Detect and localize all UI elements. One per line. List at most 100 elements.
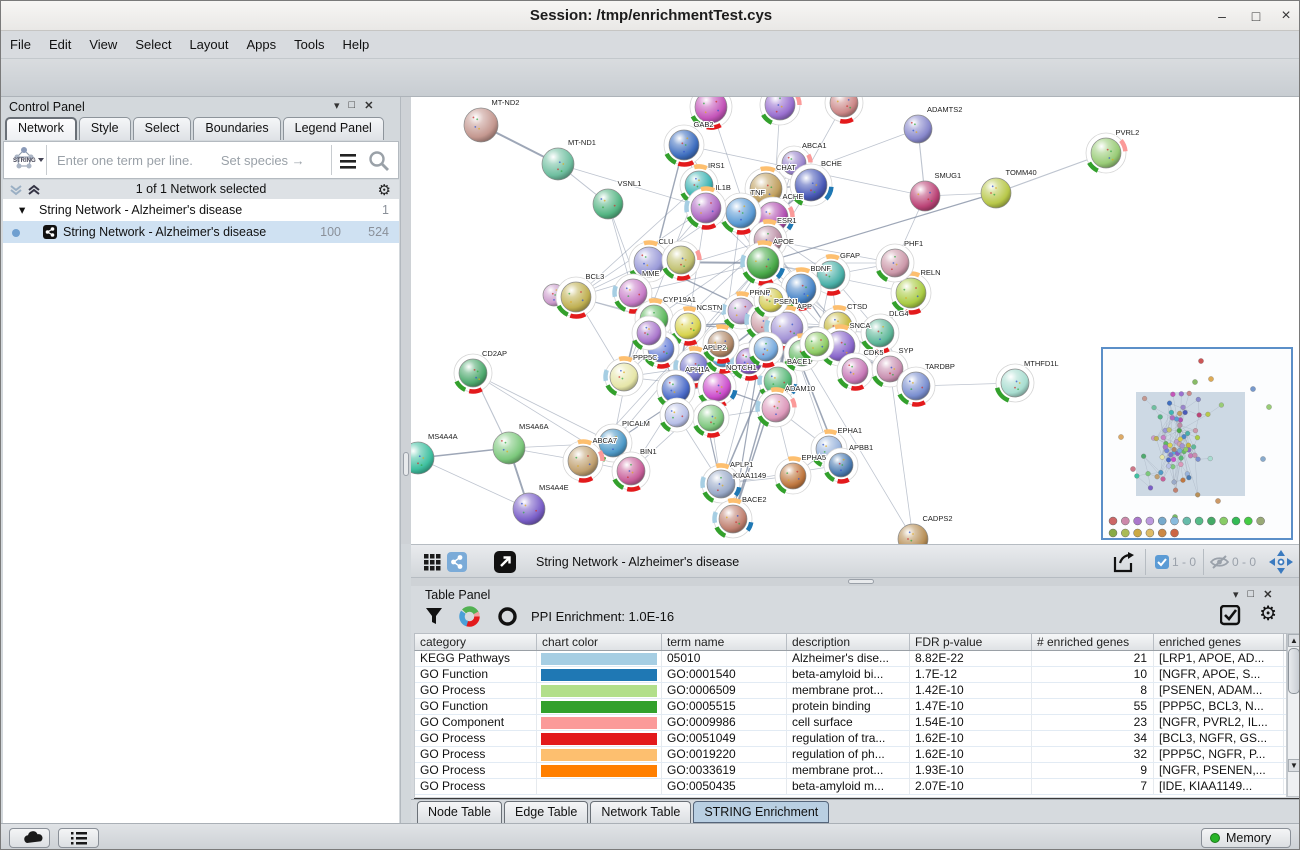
chart-donut-icon[interactable] <box>459 606 480 627</box>
menu-layout[interactable]: Layout <box>180 31 237 58</box>
protein-node-f5[interactable] <box>693 400 729 436</box>
menu-help[interactable]: Help <box>334 31 379 58</box>
network-edge[interactable] <box>473 373 613 443</box>
column-header--enriched-genes[interactable]: # enriched genes <box>1032 634 1154 650</box>
protein-node-SMUG1[interactable] <box>910 181 940 211</box>
protein-node-ADAM10[interactable] <box>757 389 795 427</box>
protein-node-MS4A4E[interactable] <box>513 493 545 525</box>
hidden-eye-icon[interactable] <box>1210 554 1229 570</box>
network-collection-row[interactable]: ▾ String Network - Alzheimer's disease 1 <box>3 199 399 221</box>
column-header-FDR-p-value[interactable]: FDR p-value <box>910 634 1032 650</box>
tab-style[interactable]: Style <box>79 117 131 140</box>
scroll-down-icon[interactable]: ▼ <box>1288 759 1300 772</box>
protein-node-BCL3[interactable] <box>556 277 596 317</box>
table-row[interactable]: GO FunctionGO:0005515protein binding1.47… <box>415 699 1286 715</box>
protein-node-APOE[interactable] <box>742 242 784 284</box>
table-scrollbar[interactable]: ▲ ▼ <box>1287 633 1300 797</box>
protein-node-MS4A4A[interactable] <box>411 442 434 474</box>
protein-node-f2[interactable] <box>632 316 666 350</box>
protein-node-BIN1[interactable] <box>612 452 650 490</box>
menu-apps[interactable]: Apps <box>238 31 286 58</box>
export-network-icon[interactable] <box>1112 551 1136 573</box>
menu-file[interactable]: File <box>1 31 40 58</box>
horizontal-splitter[interactable] <box>411 578 1300 586</box>
tab-network[interactable]: Network <box>5 117 77 140</box>
table-row[interactable]: GO ProcessGO:0050435beta-amyloid m...2.0… <box>415 779 1286 795</box>
protein-node-f8[interactable] <box>800 327 834 361</box>
clear-ring-icon[interactable] <box>497 606 518 627</box>
table-row[interactable]: GO ProcessGO:0019220regulation of ph...1… <box>415 747 1286 763</box>
settings-gear-icon[interactable]: ⚙ <box>1259 601 1277 626</box>
protein-node-PPP5C[interactable] <box>605 358 643 396</box>
table-row[interactable]: GO ProcessGO:0006509membrane prot...1.42… <box>415 683 1286 699</box>
protein-node-CDK5[interactable] <box>837 353 873 389</box>
task-list-button[interactable] <box>58 828 99 848</box>
column-header-category[interactable]: category <box>415 634 537 650</box>
protein-node-GAB2[interactable] <box>664 125 704 165</box>
memory-button[interactable]: Memory <box>1201 828 1291 848</box>
column-header-description[interactable]: description <box>787 634 910 650</box>
column-header-term-name[interactable]: term name <box>662 634 787 650</box>
protein-node-EPHA5[interactable] <box>775 458 811 494</box>
close-panel-icon[interactable]: ✕ <box>1263 588 1272 601</box>
table-row[interactable]: KEGG Pathways05010Alzheimer's dise...8.8… <box>415 651 1286 667</box>
protein-node-ABCA7[interactable] <box>563 441 603 481</box>
float-icon[interactable]: □ <box>1248 588 1255 601</box>
protein-node-CD2AP[interactable] <box>454 354 492 392</box>
grid-view-icon[interactable] <box>424 554 441 571</box>
protein-node-PHF1[interactable] <box>876 244 914 282</box>
network-row-selected[interactable]: String Network - Alzheimer's disease 100… <box>3 221 399 243</box>
tab-select[interactable]: Select <box>133 117 192 140</box>
tab-edge-table[interactable]: Edge Table <box>504 801 588 823</box>
vertical-splitter[interactable] <box>401 97 411 544</box>
tab-legend-panel[interactable]: Legend Panel <box>283 117 384 140</box>
minimize-button[interactable]: – <box>1207 1 1237 31</box>
menu-edit[interactable]: Edit <box>40 31 80 58</box>
column-header-enriched-genes[interactable]: enriched genes <box>1154 634 1284 650</box>
menu-tools[interactable]: Tools <box>285 31 333 58</box>
network-edge[interactable] <box>418 458 529 509</box>
protein-node-MT-ND1[interactable] <box>542 148 574 180</box>
string-protein-query-icon[interactable]: STRING <box>10 145 44 175</box>
filter-funnel-icon[interactable] <box>425 607 443 626</box>
protein-node-DLG4[interactable] <box>861 314 899 352</box>
query-options-icon[interactable] <box>338 152 358 170</box>
protein-node-CADPS2[interactable] <box>898 524 928 544</box>
query-input[interactable]: Enter one term per line. <box>57 153 193 168</box>
selected-checkbox-icon[interactable] <box>1155 555 1169 569</box>
collapse-caret-icon[interactable]: ▾ <box>19 199 25 221</box>
maximize-button[interactable]: □ <box>1241 1 1271 31</box>
splitter-handle[interactable] <box>403 452 409 476</box>
protein-node-o1[interactable] <box>662 241 700 279</box>
splitter-handle[interactable] <box>848 579 874 584</box>
protein-node-f9[interactable] <box>749 332 783 366</box>
birds-eye-view[interactable] <box>1101 347 1293 540</box>
select-all-checkbox-icon[interactable] <box>1220 605 1241 626</box>
protein-node-APBB1[interactable] <box>824 448 858 482</box>
menu-select[interactable]: Select <box>126 31 180 58</box>
scroll-up-icon[interactable]: ▲ <box>1288 634 1300 647</box>
protein-node-MS4A6A[interactable] <box>493 432 525 464</box>
column-header-chart-color[interactable]: chart color <box>537 634 662 650</box>
protein-node-VSNL1[interactable] <box>593 189 623 219</box>
network-options-gear-icon[interactable]: ⚙ <box>378 181 391 199</box>
table-row[interactable]: GO FunctionGO:0001540beta-amyloid bi...1… <box>415 667 1286 683</box>
protein-node-TARDBP[interactable] <box>897 367 935 405</box>
protein-node-MTHFD1L[interactable] <box>996 364 1034 402</box>
tab-boundaries[interactable]: Boundaries <box>193 117 280 140</box>
scroll-thumb[interactable] <box>1288 648 1300 694</box>
float-menu-icon[interactable]: ▾ <box>1233 588 1239 601</box>
detach-view-icon[interactable] <box>494 551 516 573</box>
protein-node-PVRL2[interactable] <box>1086 133 1126 173</box>
query-search-icon[interactable] <box>368 150 390 172</box>
tab-node-table[interactable]: Node Table <box>417 801 502 823</box>
network-canvas[interactable]: MT-ND2MT-ND1VSNL1GAB2IRS1CHATABCA1BCHEAC… <box>411 97 1300 544</box>
protein-node-BACE2[interactable] <box>714 500 752 538</box>
protein-node-ADAMTS2[interactable] <box>904 115 932 143</box>
menu-view[interactable]: View <box>80 31 126 58</box>
protein-node-TOMM40[interactable] <box>981 178 1011 208</box>
table-row[interactable]: GO ProcessGO:0033619membrane prot...1.93… <box>415 763 1286 779</box>
automation-cloud-button[interactable] <box>9 828 50 848</box>
table-row[interactable]: GO ProcessGO:0051049regulation of tra...… <box>415 731 1286 747</box>
table-row[interactable]: GO ComponentGO:0009986cell surface1.54E-… <box>415 715 1286 731</box>
